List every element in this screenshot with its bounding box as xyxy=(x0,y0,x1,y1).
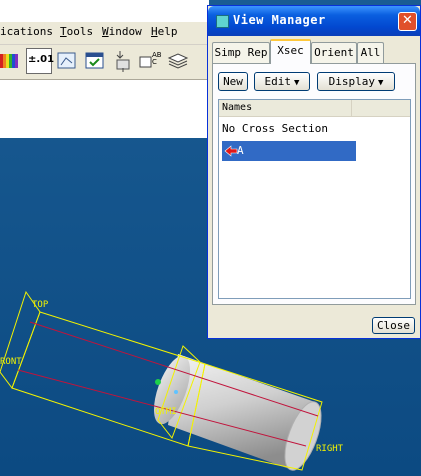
chevron-down-icon: ▼ xyxy=(377,78,384,88)
display-style-icon[interactable] xyxy=(56,48,80,74)
cross-section-list[interactable]: Names No Cross Section A xyxy=(218,99,411,299)
new-button[interactable]: New xyxy=(218,72,248,91)
datum-label-top: TOP xyxy=(32,300,49,310)
close-button[interactable]: Close xyxy=(372,317,415,334)
edit-button-label: Edit xyxy=(264,75,292,88)
view-manager-icon xyxy=(216,15,229,28)
check-icon[interactable] xyxy=(84,48,108,74)
dialog-title: View Manager xyxy=(233,13,326,27)
precision-label: ±.01 xyxy=(28,54,55,65)
cross-section-arrow-icon xyxy=(224,145,238,157)
menu-help[interactable]: Help xyxy=(151,25,178,38)
display-button-label: Display xyxy=(328,75,375,88)
precision-icon[interactable]: ±.01 xyxy=(26,48,55,74)
green-point[interactable] xyxy=(155,379,161,385)
tab-orient[interactable]: Orient xyxy=(311,42,357,64)
blue-point[interactable] xyxy=(174,390,178,394)
dialog-titlebar[interactable]: View Manager ✕ xyxy=(208,6,420,36)
add-component-icon[interactable] xyxy=(112,48,136,74)
color-palette-icon[interactable] xyxy=(0,48,24,74)
column-names-header[interactable]: Names xyxy=(219,100,352,116)
svg-text:C: C xyxy=(152,58,157,66)
menu-tools[interactable]: Tools xyxy=(60,25,93,38)
xsec-panel: New Edit ▼ Display ▼ Names No Cross Sectio… xyxy=(212,63,416,305)
display-button[interactable]: Display ▼ xyxy=(317,72,395,91)
view-manager-dialog: View Manager ✕ Simp Rep Xsec Orient All … xyxy=(207,5,421,339)
main-toolbar: ±.01 AB C xyxy=(0,45,209,80)
datum-label-bottom: OTMI xyxy=(155,407,177,417)
datum-label-right: RIGHT xyxy=(316,444,344,454)
menu-bar: ications Tools Window Help xyxy=(0,22,209,45)
chevron-down-icon: ▼ xyxy=(294,78,300,88)
menu-applications[interactable]: ications xyxy=(0,25,53,38)
app-panel-area xyxy=(0,80,209,138)
list-item-a-selected[interactable]: A xyxy=(222,141,356,161)
tab-all[interactable]: All xyxy=(357,42,384,64)
list-header: Names xyxy=(219,100,410,117)
list-item-label: A xyxy=(237,144,244,157)
edit-button[interactable]: Edit ▼ xyxy=(254,72,310,91)
app-title-area xyxy=(0,0,209,22)
annotation-icon[interactable]: AB C xyxy=(138,48,162,74)
menu-window[interactable]: Window xyxy=(102,25,142,38)
list-item-no-cross-section[interactable]: No Cross Section xyxy=(222,122,328,135)
datum-label-front: RONT xyxy=(0,357,22,367)
close-icon[interactable]: ✕ xyxy=(398,12,417,31)
tab-simp-rep[interactable]: Simp Rep xyxy=(212,42,270,64)
layers-icon[interactable] xyxy=(166,48,190,74)
tab-xsec[interactable]: Xsec xyxy=(270,39,311,64)
